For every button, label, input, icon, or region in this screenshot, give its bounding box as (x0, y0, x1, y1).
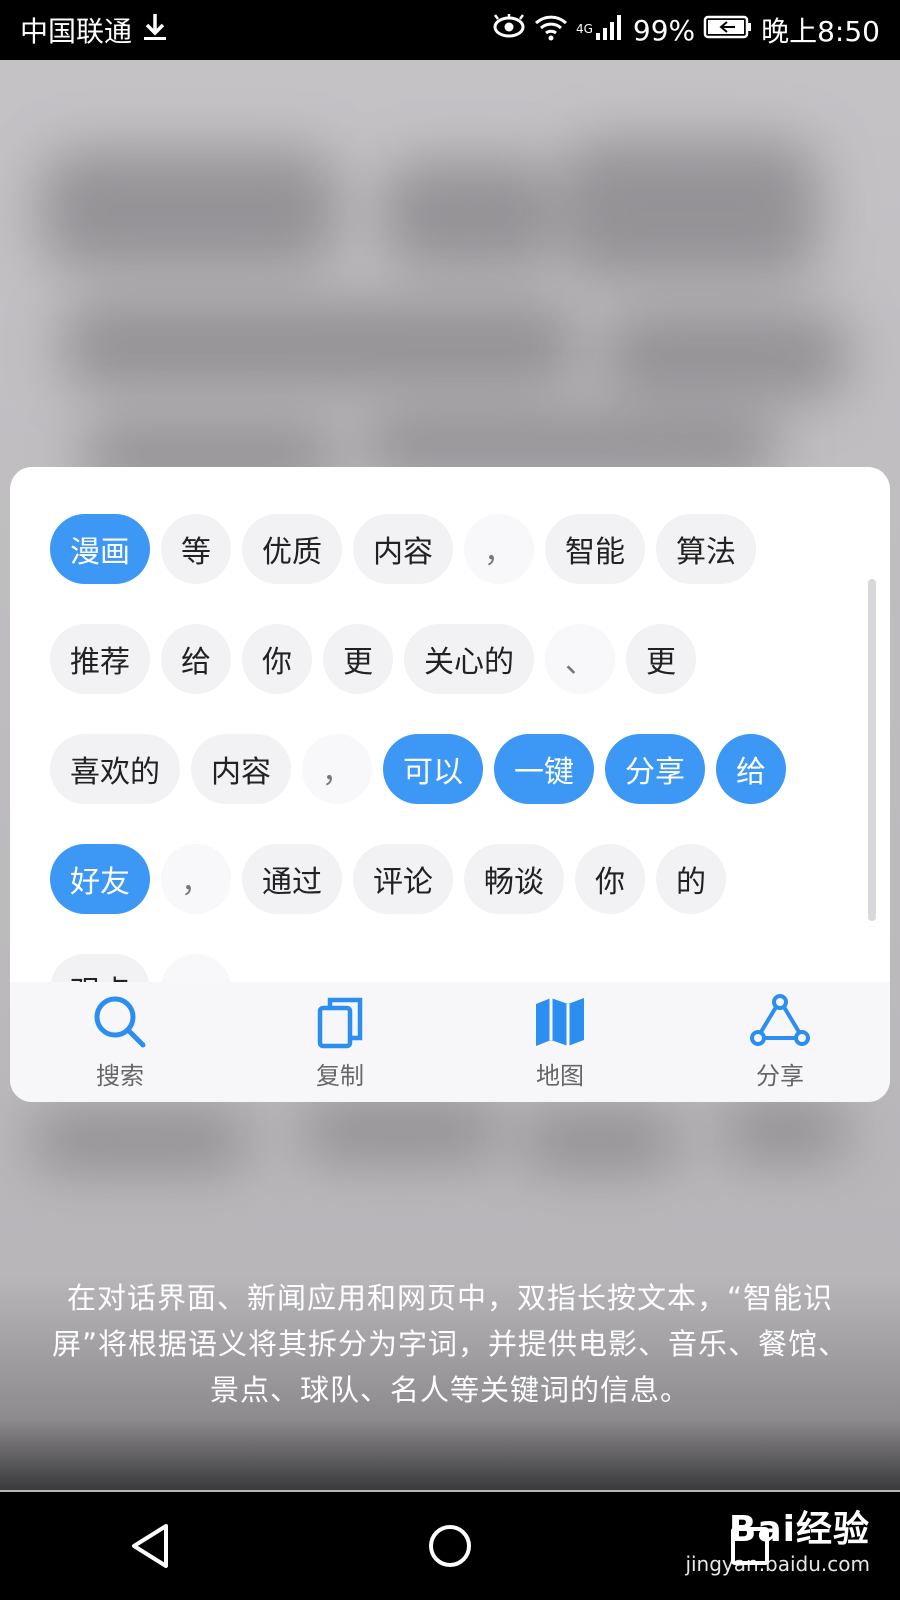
word-chip[interactable] (161, 954, 231, 984)
chip-row: 好友，通过 评论 畅谈你的 (50, 844, 840, 914)
word-chips-area: 漫画等优质 内容，智能 算法 推荐给你更关心的、更喜欢的 内容，可以 一键 分享给好友，通过… (50, 514, 840, 984)
word-chip[interactable]: ， (161, 844, 231, 914)
home-circle-icon (429, 1525, 471, 1567)
download-icon (142, 12, 168, 49)
signal-icon (595, 13, 625, 48)
word-chip[interactable]: 更 (323, 624, 393, 694)
copy-icon (317, 997, 363, 1048)
baidu-watermark: Bai经验 jingyan.baidu.com (685, 1500, 870, 1576)
chip-row: 漫画等优质 内容，智能 算法 (50, 514, 840, 584)
word-chip[interactable]: 内容 (191, 734, 291, 804)
search-label: 搜索 (96, 1061, 144, 1090)
word-chip[interactable]: 通过 (242, 844, 342, 914)
word-chip[interactable]: 漫画 (50, 514, 150, 584)
word-chip[interactable]: 推荐 (50, 624, 150, 694)
word-chip[interactable]: 智能 (545, 514, 645, 584)
word-chip[interactable]: 更 (626, 624, 696, 694)
word-chip[interactable]: 优质 (242, 514, 342, 584)
eye-icon (492, 13, 526, 47)
word-chip[interactable]: 好友 (50, 844, 150, 914)
search-icon (94, 996, 146, 1047)
share-button[interactable]: 分享 (700, 993, 860, 1091)
word-chip[interactable]: 可以 (383, 734, 483, 804)
wifi-icon (534, 13, 568, 48)
word-chip[interactable]: 你 (242, 624, 312, 694)
word-chip[interactable]: 给 (716, 734, 786, 804)
chip-row: 推荐给你更关心的、更 (50, 624, 840, 694)
word-chip[interactable]: 一键 (494, 734, 594, 804)
share-icon (750, 993, 810, 1046)
smart-screen-panel: 漫画等优质 内容，智能 算法 推荐给你更关心的、更喜欢的 内容，可以 一键 分享给好友，通过… (10, 467, 890, 1102)
watermark-url: jingyan.baidu.com (685, 1552, 870, 1576)
chip-row: 观点 (50, 954, 840, 984)
word-chip[interactable]: 内容 (353, 514, 453, 584)
map-button[interactable]: 地图 (480, 994, 640, 1091)
back-button[interactable] (110, 1506, 190, 1586)
status-bar: 中国联通 4G 99% 晚上8:50 (0, 0, 900, 60)
word-chip[interactable]: 畅谈 (464, 844, 564, 914)
word-chip[interactable]: 分享 (605, 734, 705, 804)
word-chip[interactable]: 关心的 (404, 624, 534, 694)
word-chip[interactable]: 的 (656, 844, 726, 914)
network-type: 4G (575, 22, 593, 36)
scrollbar[interactable] (868, 579, 876, 921)
copy-label: 复制 (316, 1061, 364, 1090)
word-chip[interactable]: ， (464, 514, 534, 584)
word-chip[interactable]: 给 (161, 624, 231, 694)
word-chip[interactable]: ， (302, 734, 372, 804)
map-icon (536, 997, 584, 1046)
action-bar: 搜索 复制 地图 分享 (10, 982, 890, 1102)
share-label: 分享 (756, 1061, 804, 1090)
word-chip[interactable]: 评论 (353, 844, 453, 914)
clock: 晚上8:50 (761, 15, 880, 48)
battery-level: 99% (632, 13, 696, 47)
word-chip[interactable]: 等 (161, 514, 231, 584)
description-caption: 在对话界面、新闻应用和网页中，双指长按文本，“智能识屏”将根据语义将其拆分为字词… (51, 1281, 849, 1407)
home-button[interactable] (410, 1506, 490, 1586)
word-chip[interactable]: 算法 (656, 514, 756, 584)
battery-icon (703, 14, 753, 47)
back-triangle-icon (132, 1524, 168, 1568)
carrier-name: 中国联通 (20, 15, 133, 48)
word-chip[interactable]: 喜欢的 (50, 734, 180, 804)
copy-button[interactable]: 复制 (260, 994, 420, 1091)
word-chip[interactable]: 你 (575, 844, 645, 914)
map-label: 地图 (536, 1061, 584, 1090)
word-chip[interactable]: 观点 (50, 954, 150, 984)
search-button[interactable]: 搜索 (40, 994, 200, 1091)
word-chip[interactable]: 、 (545, 624, 615, 694)
watermark-brand: Bai经验 (728, 1509, 870, 1550)
chip-row: 喜欢的 内容，可以 一键 分享给 (50, 734, 840, 804)
